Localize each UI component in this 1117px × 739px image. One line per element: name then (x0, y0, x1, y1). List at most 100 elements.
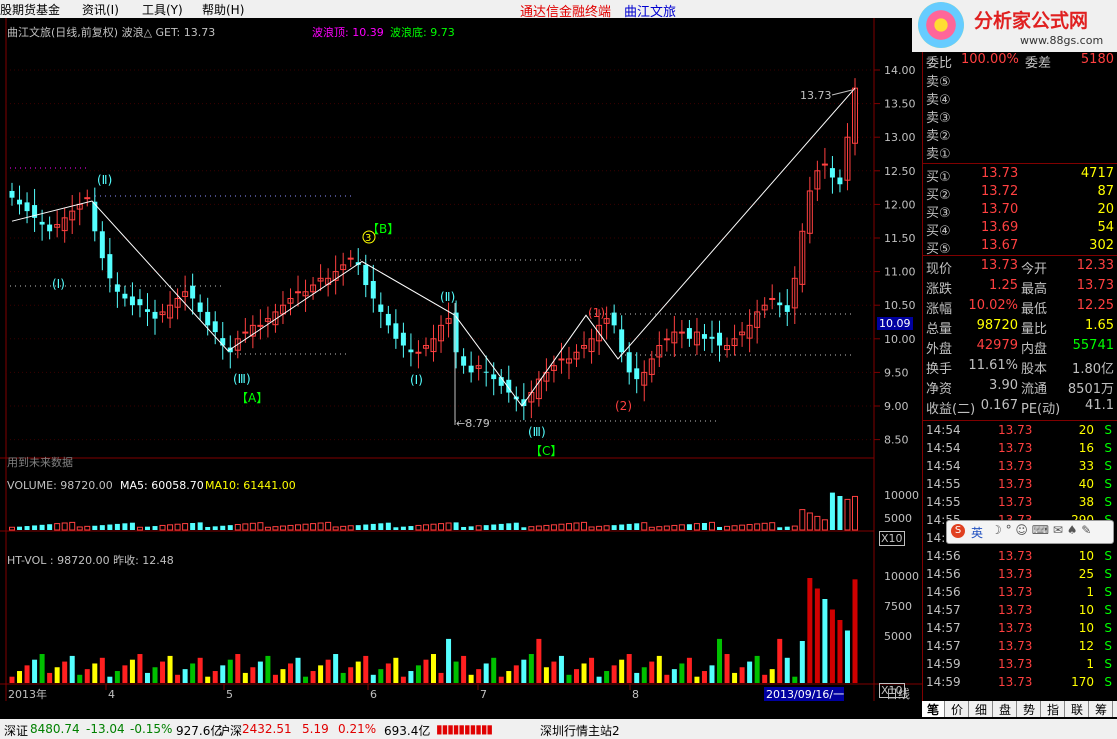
candle-body-up (678, 331, 685, 334)
candle-body-up (347, 257, 354, 260)
htvol-bar (513, 665, 519, 683)
stat-row: 现价 13.73 今开 12.33 (923, 258, 1117, 277)
htvol-bar (671, 669, 677, 683)
menu-tools[interactable]: 工具(Y) (142, 1, 183, 18)
htvol-tick-label: 7500 (884, 600, 912, 613)
tick-row: 14:57 13.73 10 S (923, 602, 1117, 620)
tick-volume: 20 (1078, 423, 1094, 437)
candle-body-down (468, 365, 474, 373)
volume-bar (279, 525, 286, 531)
quote-tabs: 笔价细盘势指联筹 (922, 701, 1117, 717)
candle-body-down (9, 190, 15, 198)
x-tick-label: 2013年 (8, 687, 47, 701)
candle-body-down (122, 293, 128, 299)
chart-area[interactable]: 14.00 13.50 13.00 12.50 12.00 11.50 11.00 10.50… (0, 18, 922, 701)
bid-volume: 4717 (1080, 166, 1114, 181)
tick-row: 14:57 13.73 12 S (923, 638, 1117, 656)
volume-bar (92, 525, 98, 530)
volume-bar (144, 526, 150, 530)
logo-url-text: www.88gs.com (1020, 34, 1104, 47)
ma10-label: MA10: 61441.00 (205, 479, 296, 492)
ask-label: 卖② (926, 129, 951, 144)
htvol-bar (844, 630, 850, 683)
menu-help[interactable]: 帮助(H) (202, 1, 244, 18)
candle-body-up (558, 358, 565, 361)
htvol-bar (596, 676, 602, 683)
htvol-bar (814, 588, 820, 683)
tick-row: 14:54 13.73 33 S (923, 458, 1117, 476)
tick-volume: 10 (1078, 603, 1094, 617)
htvol-bar (39, 654, 45, 683)
bid-row: 买④ 13.69 54 (923, 220, 1117, 239)
bid-price: 13.67 (981, 238, 1019, 253)
quote-tab[interactable]: 细 (970, 701, 993, 717)
quote-tab[interactable]: 笔 (922, 701, 945, 717)
menu-news[interactable]: 资讯(I) (82, 1, 119, 18)
candle-body-up (84, 197, 91, 200)
quote-tab[interactable]: 筹 (1090, 701, 1113, 717)
volume-bar (227, 525, 233, 530)
htvol-bar (732, 672, 738, 683)
price-tick-label: 11.50 (884, 232, 916, 245)
stat-value-right: 8501万 (1067, 382, 1114, 397)
ime-mode-label[interactable]: 英 (971, 524, 983, 541)
volume-bar (355, 525, 361, 530)
candle-body-down (144, 309, 150, 312)
htvol-bar (566, 674, 572, 683)
stat-label-right: 股本 (1021, 362, 1048, 377)
volume-bar (844, 498, 851, 531)
tick-row: 14:56 13.73 1 S (923, 584, 1117, 602)
htvol-bar (47, 672, 53, 683)
candle-body-down (686, 328, 692, 339)
stat-value-right: 12.25 (1076, 298, 1114, 313)
volume-bar (47, 524, 53, 530)
volume-bar (32, 525, 38, 530)
stat-value-right: 13.73 (1076, 278, 1114, 293)
candle-body-down (385, 313, 391, 326)
ask-bid-divider (923, 163, 1117, 164)
volume-bar (438, 523, 445, 531)
htvol-bar (634, 672, 640, 683)
volume-bar (400, 526, 406, 530)
quote-tab[interactable]: 价 (946, 701, 969, 717)
volume-bar (24, 526, 30, 530)
stat-value-right: 1.80亿 (1072, 362, 1114, 377)
htvol-bar (679, 663, 685, 683)
htvol-bar (604, 671, 610, 683)
site-logo: 分析家公式网 www.88gs.com (912, 0, 1117, 52)
stat-row: 涨幅 10.02% 最低 12.25 (923, 298, 1117, 317)
volume-bar (498, 523, 504, 530)
kline-chart[interactable]: 14.00 13.50 13.00 12.50 12.00 11.50 11.00 10.50… (0, 18, 922, 701)
htvol-bar (114, 671, 120, 683)
quote-panel: 委比 100.00% 委差 5180 卖⑤ 卖④ 卖③ 卖② 卖① 买① 13.73 471… (922, 52, 1117, 701)
candle-body-down (137, 299, 143, 306)
quote-tab[interactable]: 指 (1042, 701, 1065, 717)
stat-label-right: 今开 (1021, 262, 1048, 277)
volume-bar (581, 521, 588, 531)
quote-tab[interactable]: 势 (1018, 701, 1041, 717)
bid-label: 买④ (926, 224, 951, 239)
htvol-bar (272, 674, 278, 683)
htvol-bar (769, 669, 775, 683)
htvol-bar (536, 638, 542, 683)
volume-bar (513, 522, 519, 530)
wave-label-III-left: (Ⅲ) (233, 372, 251, 386)
volume-bar (76, 526, 83, 531)
tick-row: 14:55 13.73 38 S (923, 494, 1117, 512)
htvol-bar (182, 669, 188, 683)
candle-body-up (415, 351, 422, 354)
tick-volume: 38 (1078, 495, 1094, 509)
sogou-s-icon[interactable]: S (951, 524, 965, 538)
quote-tab[interactable]: 联 (1066, 701, 1089, 717)
volume-bar (814, 515, 821, 531)
ime-toolbar-icons[interactable]: ☽ ° ☺ ⌨ ✉ ♠ ✎ (991, 523, 1091, 537)
volume-bar (491, 524, 497, 530)
menu-stocks-futures[interactable]: 股期货基金 (0, 1, 60, 18)
htvol-bar (129, 659, 135, 683)
volume-bar (641, 522, 648, 531)
volume-bar (573, 522, 580, 531)
ime-toolbar[interactable]: S 英 ☽ ° ☺ ⌨ ✉ ♠ ✎ (946, 520, 1114, 544)
quote-tab[interactable]: 盘 (994, 701, 1017, 717)
server-name[interactable]: 深圳行情主站2 (540, 722, 620, 739)
volume-bar (596, 525, 603, 531)
